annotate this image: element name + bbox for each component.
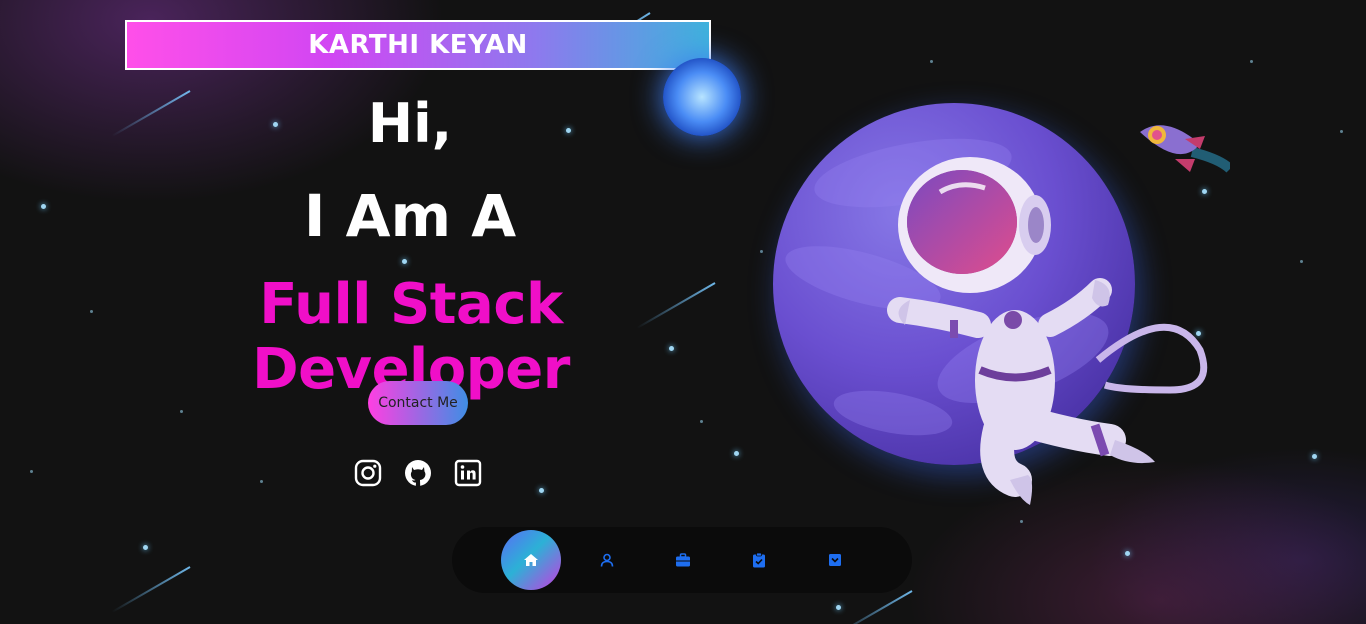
star xyxy=(1250,60,1253,63)
home-icon xyxy=(524,554,538,566)
star xyxy=(402,259,407,264)
contact-me-button[interactable]: Contact Me xyxy=(368,381,468,425)
nav-home-button[interactable] xyxy=(501,530,561,590)
star xyxy=(30,470,33,473)
github-icon[interactable] xyxy=(403,458,433,488)
nav-contact-button[interactable] xyxy=(805,527,865,593)
instagram-icon[interactable] xyxy=(353,458,383,488)
star xyxy=(180,410,183,413)
star xyxy=(1125,551,1130,556)
briefcase-icon xyxy=(676,553,690,567)
shooting-star xyxy=(111,566,191,613)
linkedin-icon[interactable] xyxy=(453,458,483,488)
star xyxy=(700,420,703,423)
nav-about-button[interactable] xyxy=(577,527,637,593)
star xyxy=(1300,260,1303,263)
brand-name: KARTHI KEYAN xyxy=(308,30,528,60)
star xyxy=(760,250,763,253)
nav-projects-button[interactable] xyxy=(729,527,789,593)
brand-banner: KARTHI KEYAN xyxy=(125,20,711,70)
star xyxy=(1312,454,1317,459)
clipboard-check-icon xyxy=(753,552,765,568)
star xyxy=(260,480,263,483)
nav-experience-button[interactable] xyxy=(653,527,713,593)
star xyxy=(90,310,93,313)
hero-intro: I Am A xyxy=(303,182,517,250)
star xyxy=(1020,520,1023,523)
astronaut-illustration xyxy=(887,157,1208,505)
user-icon xyxy=(600,553,614,567)
star xyxy=(143,545,148,550)
inbox-icon xyxy=(829,554,841,566)
star xyxy=(1340,130,1343,133)
star xyxy=(734,451,739,456)
rocket-illustration xyxy=(1140,125,1230,173)
hero-greeting: Hi, xyxy=(367,92,453,155)
shooting-star xyxy=(833,590,913,624)
star xyxy=(930,60,933,63)
star xyxy=(836,605,841,610)
star xyxy=(539,488,544,493)
